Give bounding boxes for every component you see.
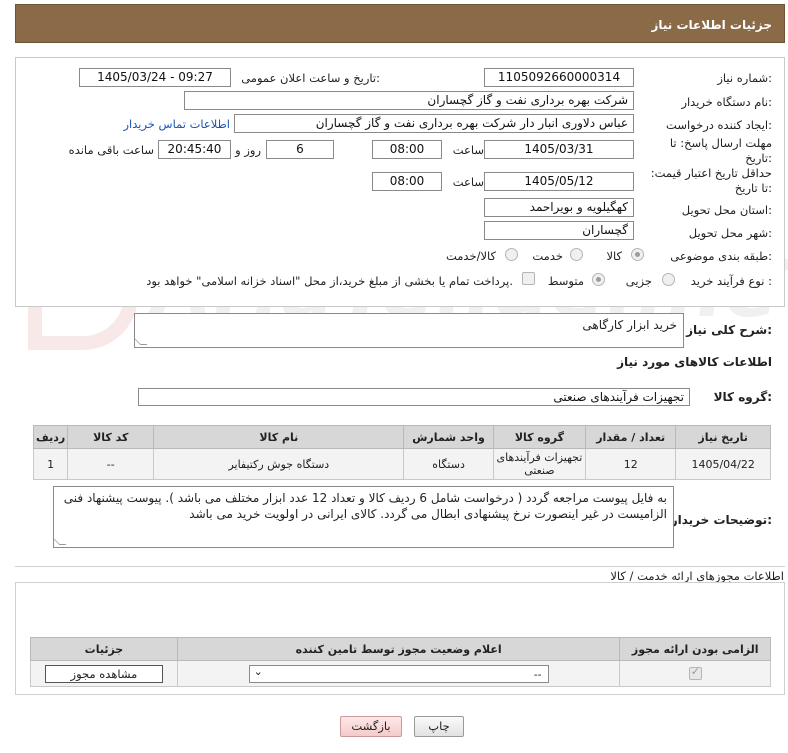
buyer-notes-text: به فایل پیوست مراجعه گردد ( درخواست شامل…	[63, 491, 667, 521]
cell-details: مشاهده مجوز	[30, 660, 178, 687]
treasury-payment-checkbox[interactable]	[522, 272, 535, 285]
page-title: جزئیات اطلاعات نیاز	[651, 18, 772, 32]
cell-code: --	[67, 448, 155, 480]
process-minor-label: جزیی	[625, 274, 652, 288]
delivery-city-label: شهر محل تحویل:	[688, 226, 772, 240]
check-icon: ✓	[690, 665, 700, 678]
cell-required: ✓	[619, 660, 771, 687]
cell-unit: دستگاه	[403, 448, 494, 480]
goods-table: ردیف کد کالا نام کالا واحد شمارش گروه کا…	[32, 425, 771, 480]
cell-quantity: 12	[585, 448, 677, 480]
general-description-text: خرید ابزار کارگاهی	[582, 318, 677, 332]
category-service-radio[interactable]	[570, 248, 583, 261]
announce-datetime-field[interactable]: 1405/03/24 - 09:27	[79, 68, 231, 87]
need-number-field[interactable]: 1105092660000314	[484, 68, 634, 87]
delivery-province-label: استان محل تحویل:	[681, 203, 772, 217]
goods-group-field[interactable]: تجهیزات فرآیندهای صنعتی	[138, 388, 690, 406]
cell-group: تجهیزات فرآیندهای صنعتی	[492, 448, 587, 480]
permits-table-header: جزئیات اعلام وضعیت مجوز توسط تامین کننده…	[30, 637, 771, 661]
buyer-contact-link[interactable]: اطلاعات تماس خریدار	[123, 117, 230, 131]
category-goods-service-label: کالا/خدمت	[445, 249, 496, 263]
page-header: جزئیات اطلاعات نیاز	[15, 4, 785, 43]
price-validity-time-field[interactable]: 08:00	[372, 172, 442, 191]
delivery-province-field[interactable]: کهگیلویه و بویراحمد	[484, 198, 634, 217]
announce-datetime-label: تاریخ و ساعت اعلان عمومی:	[241, 71, 380, 85]
permits-section-title: اطلاعات مجوزهای ارائه خدمت / کالا	[610, 569, 784, 583]
buyer-org-label: نام دستگاه خریدار:	[681, 95, 772, 109]
cell-date: 1405/04/22	[675, 448, 771, 480]
response-deadline-date-field[interactable]: 1405/03/31	[484, 140, 634, 159]
process-minor-radio[interactable]	[662, 273, 675, 286]
category-service-label: خدمت	[532, 249, 563, 263]
view-permit-button[interactable]: مشاهده مجوز	[44, 664, 163, 683]
goods-table-header: ردیف کد کالا نام کالا واحد شمارش گروه کا…	[32, 425, 771, 449]
col-group-header: گروه کالا	[492, 425, 587, 449]
col-unit-header: واحد شمارش	[403, 425, 494, 449]
general-description-field[interactable]: خرید ابزار کارگاهی	[133, 313, 684, 348]
price-validity-label: حداقل تاریخ اعتبار قیمت: تا تاریخ:	[650, 166, 772, 195]
price-time-label: ساعت	[452, 175, 484, 189]
goods-section-title: اطلاعات کالاهای مورد نیاز	[617, 355, 772, 369]
col-status-header: اعلام وضعیت مجوز توسط تامین کننده	[176, 637, 621, 661]
buyer-org-field[interactable]: شرکت بهره برداری نفت و گاز گچساران	[184, 91, 634, 110]
permit-status-select[interactable]: -- ⌄	[248, 664, 549, 683]
category-goods-service-radio[interactable]	[505, 248, 518, 261]
resize-handle-icon[interactable]	[133, 338, 148, 345]
table-row: مشاهده مجوز -- ⌄ ✓	[30, 660, 771, 687]
buyer-notes-label: توضیحات خریدار:	[670, 513, 772, 527]
goods-group-label: گروه کالا:	[713, 390, 772, 404]
purchase-process-label: نوع فرآیند خرید :	[690, 274, 772, 288]
chevron-down-icon: ⌄	[253, 664, 263, 678]
col-row-header: ردیف	[32, 425, 69, 449]
divider	[15, 566, 785, 567]
permits-table: جزئیات اعلام وضعیت مجوز توسط تامین کننده…	[30, 637, 771, 687]
request-creator-label: ایجاد کننده درخواست:	[666, 118, 772, 132]
need-number-label: شماره نیاز:	[717, 71, 772, 85]
table-row: 1 -- دستگاه جوش رکتیفایر دستگاه تجهیزات …	[32, 448, 771, 480]
cell-row: 1	[32, 448, 69, 480]
remaining-days-field[interactable]: 6	[266, 140, 334, 159]
days-label: روز و	[235, 143, 261, 157]
price-validity-date-field[interactable]: 1405/05/12	[484, 172, 634, 191]
col-code-header: کد کالا	[67, 425, 155, 449]
permit-required-checkbox: ✓	[688, 665, 702, 680]
col-details-header: جزئیات	[30, 637, 178, 661]
subject-category-label: طبقه بندی موضوعی:	[670, 249, 772, 263]
cell-name: دستگاه جوش رکتیفایر	[153, 448, 405, 480]
process-medium-label: متوسط	[547, 274, 584, 288]
process-medium-radio[interactable]	[592, 273, 605, 286]
col-name-header: نام کالا	[153, 425, 405, 449]
remaining-time-label: ساعت باقی مانده	[68, 143, 154, 157]
col-date-header: تاریخ نیاز	[675, 425, 771, 449]
treasury-payment-note: پرداخت تمام یا بخشی از مبلغ خرید،از محل …	[146, 274, 513, 288]
response-deadline-label: مهلت ارسال پاسخ: تا تاریخ:	[669, 136, 772, 165]
delivery-city-field[interactable]: گچساران	[484, 221, 634, 240]
request-creator-field[interactable]: عباس دلاوری انبار دار شرکت بهره برداری ن…	[234, 114, 634, 133]
permit-status-value: --	[533, 667, 542, 681]
resize-handle-icon[interactable]	[52, 538, 67, 545]
print-button[interactable]: چاپ	[414, 716, 464, 737]
back-button[interactable]: بازگشت	[340, 716, 402, 737]
category-goods-radio[interactable]	[631, 248, 644, 261]
response-deadline-time-field[interactable]: 08:00	[372, 140, 442, 159]
response-time-label: ساعت	[452, 143, 484, 157]
remaining-time-field[interactable]: 20:45:40	[158, 140, 231, 159]
buyer-notes-field[interactable]: به فایل پیوست مراجعه گردد ( درخواست شامل…	[52, 486, 674, 548]
col-required-header: الزامی بودن ارائه مجوز	[619, 637, 771, 661]
category-goods-label: کالا	[606, 249, 622, 263]
general-description-label: شرح کلی نیاز:	[686, 323, 772, 337]
cell-status: -- ⌄	[176, 660, 621, 687]
col-quantity-header: تعداد / مقدار	[585, 425, 677, 449]
